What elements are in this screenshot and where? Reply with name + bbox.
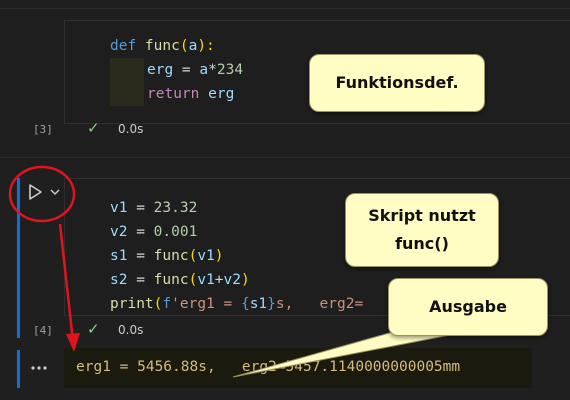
callout-text: Ausgabe (429, 297, 507, 316)
callout-ausgabe: Ausgabe (388, 278, 548, 336)
callout-ausgabe-tail (232, 329, 451, 378)
